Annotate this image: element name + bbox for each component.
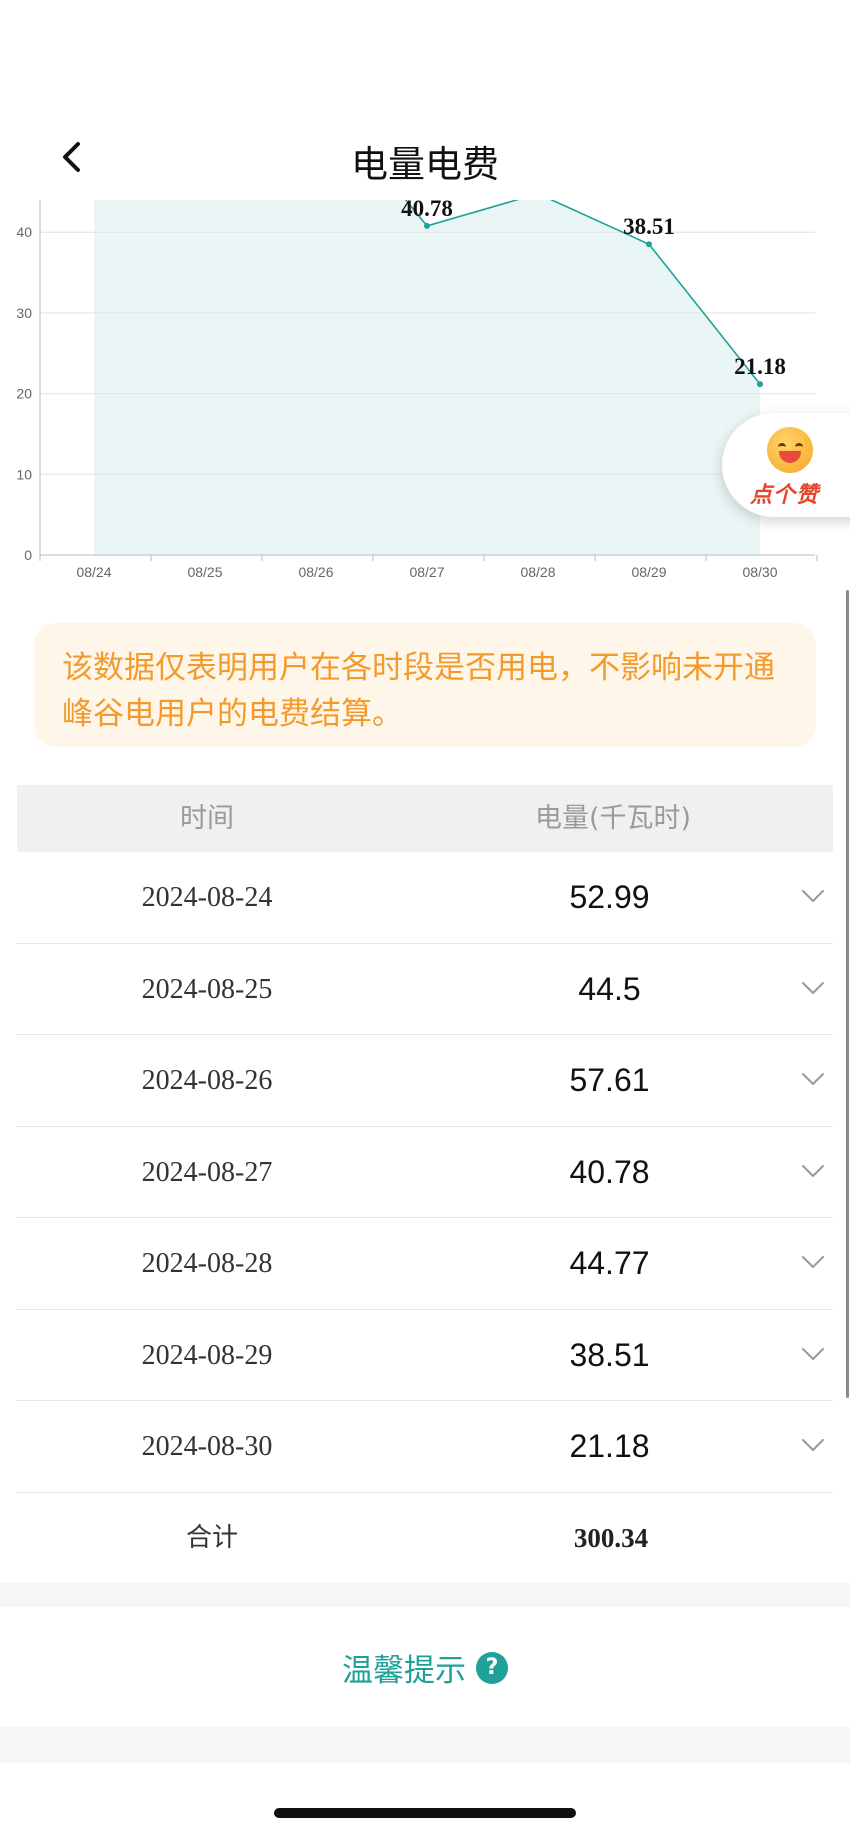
tips-link[interactable]: 温馨提示? xyxy=(0,1645,850,1690)
section-divider xyxy=(0,1583,850,1607)
data-label: 40.78 xyxy=(401,200,453,221)
data-point xyxy=(424,222,430,229)
like-badge-label: 点个赞 xyxy=(750,483,820,508)
row-date: 2024-08-26 xyxy=(141,1065,273,1096)
notice-text: 该数据仅表明用户在各时段是否用电，不影响未开通峰谷电用户的电费结算。 xyxy=(62,650,775,732)
y-tick-label: 40 xyxy=(16,224,32,240)
chevron-down-icon[interactable] xyxy=(799,1340,827,1368)
row-energy-value: 57.61 xyxy=(569,1062,650,1098)
header-energy: 电量(千瓦时) xyxy=(534,803,692,834)
total-value: 300.34 xyxy=(573,1522,649,1553)
tips-section[interactable]: 温馨提示? xyxy=(0,1607,850,1727)
question-circle-icon: ? xyxy=(476,1651,508,1684)
energy-chart: 0 10 20 30 40 08/24 08/25 08/26 08/27 08/28 08/29 0… xyxy=(0,200,850,585)
row-energy-value: 21.18 xyxy=(569,1428,650,1464)
x-tick-label: 08/28 xyxy=(520,564,555,580)
chevron-down-icon[interactable] xyxy=(799,974,827,1002)
chevron-down-icon[interactable] xyxy=(799,1248,827,1276)
total-row: 合计 300.34 xyxy=(17,1493,833,1583)
table-header: 时间 电量(千瓦时) xyxy=(17,785,833,852)
y-tick-label: 30 xyxy=(16,305,32,321)
y-tick-label: 10 xyxy=(16,466,32,482)
row-energy-value: 44.5 xyxy=(578,970,641,1007)
x-tick-label: 08/24 xyxy=(76,564,111,580)
data-point xyxy=(646,241,652,248)
chevron-down-icon[interactable] xyxy=(799,1157,827,1185)
scrollbar[interactable] xyxy=(846,590,849,1398)
tips-label: 温馨提示 xyxy=(342,1653,466,1689)
row-energy-value: 52.99 xyxy=(569,879,650,915)
row-date: 2024-08-28 xyxy=(141,1248,273,1279)
x-tick-label: 08/27 xyxy=(409,564,444,580)
x-tick-label: 08/26 xyxy=(298,564,333,580)
x-tick-label: 08/29 xyxy=(631,564,666,580)
row-energy-value: 44.77 xyxy=(569,1245,650,1281)
notice-box: 该数据仅表明用户在各时段是否用电，不影响未开通峰谷电用户的电费结算。 xyxy=(34,623,816,747)
row-date: 2024-08-30 xyxy=(141,1431,273,1462)
row-energy-value: 40.78 xyxy=(569,1153,650,1190)
data-point xyxy=(757,381,763,388)
chevron-down-icon[interactable] xyxy=(799,1431,827,1459)
data-label: 21.18 xyxy=(734,354,786,379)
chevron-down-icon[interactable] xyxy=(799,1065,827,1093)
like-badge[interactable]: 点个赞 xyxy=(722,413,850,517)
total-label: 合计 xyxy=(185,1522,238,1553)
home-indicator xyxy=(274,1808,576,1818)
area-fill xyxy=(94,200,760,555)
table-row[interactable]: 2024-08-26 57.61 xyxy=(17,1035,833,1127)
table-row[interactable]: 2024-08-29 38.51 xyxy=(17,1310,833,1401)
energy-table: 时间 电量(千瓦时) 2024-08-24 52.99 2024-08-25 44.5… xyxy=(17,785,833,1583)
row-date: 2024-08-27 xyxy=(141,1156,273,1188)
row-date: 2024-08-24 xyxy=(141,882,273,913)
header-time: 时间 xyxy=(180,803,234,834)
smiley-face-icon xyxy=(767,427,813,473)
x-tick-label: 08/25 xyxy=(187,564,222,580)
table-body: 2024-08-24 52.99 2024-08-25 44.5 2024-08-26 5… xyxy=(17,852,833,1493)
data-label: 38.51 xyxy=(623,214,675,239)
table-row[interactable]: 2024-08-25 44.5 xyxy=(17,944,833,1035)
table-row[interactable]: 2024-08-24 52.99 xyxy=(17,852,833,944)
energy-chart-svg: 0 10 20 30 40 08/24 08/25 08/26 08/27 08/28 08/29 0… xyxy=(16,200,818,580)
row-date: 2024-08-29 xyxy=(141,1339,273,1371)
table-row[interactable]: 2024-08-27 40.78 xyxy=(17,1127,833,1218)
table-row[interactable]: 2024-08-30 21.18 xyxy=(17,1401,833,1493)
row-energy-value: 38.51 xyxy=(569,1336,650,1373)
y-tick-label: 0 xyxy=(24,547,32,563)
nav-header: 电量电费 xyxy=(0,110,850,200)
table-row[interactable]: 2024-08-28 44.77 xyxy=(17,1218,833,1310)
y-tick-label: 20 xyxy=(16,386,32,402)
x-tick-label: 08/30 xyxy=(742,564,777,580)
section-divider-bottom xyxy=(0,1727,850,1763)
page-title: 电量电费 xyxy=(351,143,499,186)
row-date: 2024-08-25 xyxy=(141,973,273,1005)
chevron-down-icon[interactable] xyxy=(799,882,827,910)
